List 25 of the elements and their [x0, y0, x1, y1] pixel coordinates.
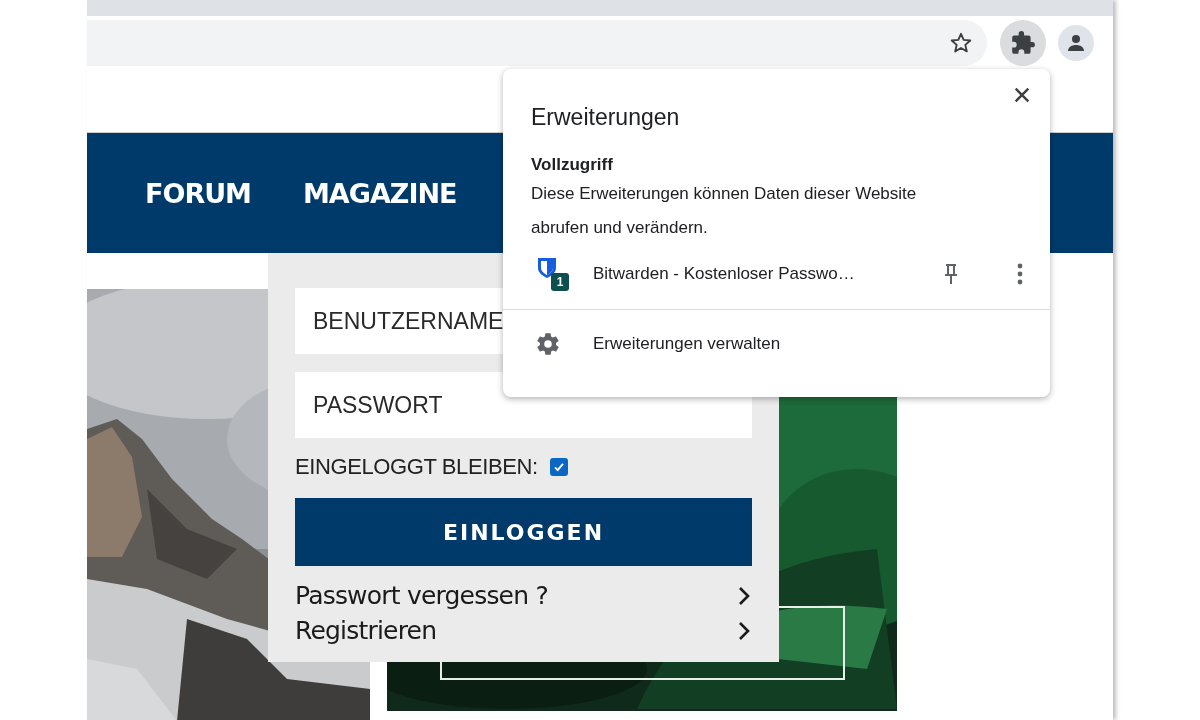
extension-item[interactable]: 1 Bitwarden - Kostenloser Passwo…: [531, 249, 1050, 299]
link[interactable]: Passwort vergessen ?: [295, 581, 548, 610]
remember-label: EINGELOGGT BLEIBEN:: [295, 454, 538, 480]
manage-label: Erweiterungen verwalten: [593, 334, 781, 354]
extensions-button[interactable]: [1000, 20, 1046, 66]
chevron-icon[interactable]: [738, 585, 750, 606]
section-description: Diese Erweiterungen können Daten dieser Website abrufen und verändern.: [531, 183, 918, 239]
remember-checkbox[interactable]: [549, 458, 568, 476]
extension-name: Bitwarden - Kostenloser Passwo…: [593, 264, 856, 284]
link[interactable]: Registrieren: [295, 616, 437, 645]
profile-button[interactable]: [1058, 25, 1094, 61]
nav-link[interactable]: MAGAZINE: [303, 177, 457, 209]
star-icon[interactable]: [949, 31, 973, 55]
puzzle-icon: [1010, 30, 1036, 56]
nav-link[interactable]: FORUM: [145, 177, 251, 209]
popup-title: Erweiterungen: [531, 104, 680, 131]
pin-icon[interactable]: [943, 262, 959, 286]
section-title: Vollzugriff: [531, 155, 614, 175]
badge: 1: [551, 273, 569, 291]
more-icon[interactable]: [1017, 262, 1023, 286]
chevron-icon[interactable]: [738, 620, 750, 641]
close-icon[interactable]: [1013, 86, 1031, 104]
gear-icon: [535, 331, 561, 357]
login-button[interactable]: EINLOGGEN: [295, 498, 752, 566]
shield-icon: [535, 256, 559, 280]
